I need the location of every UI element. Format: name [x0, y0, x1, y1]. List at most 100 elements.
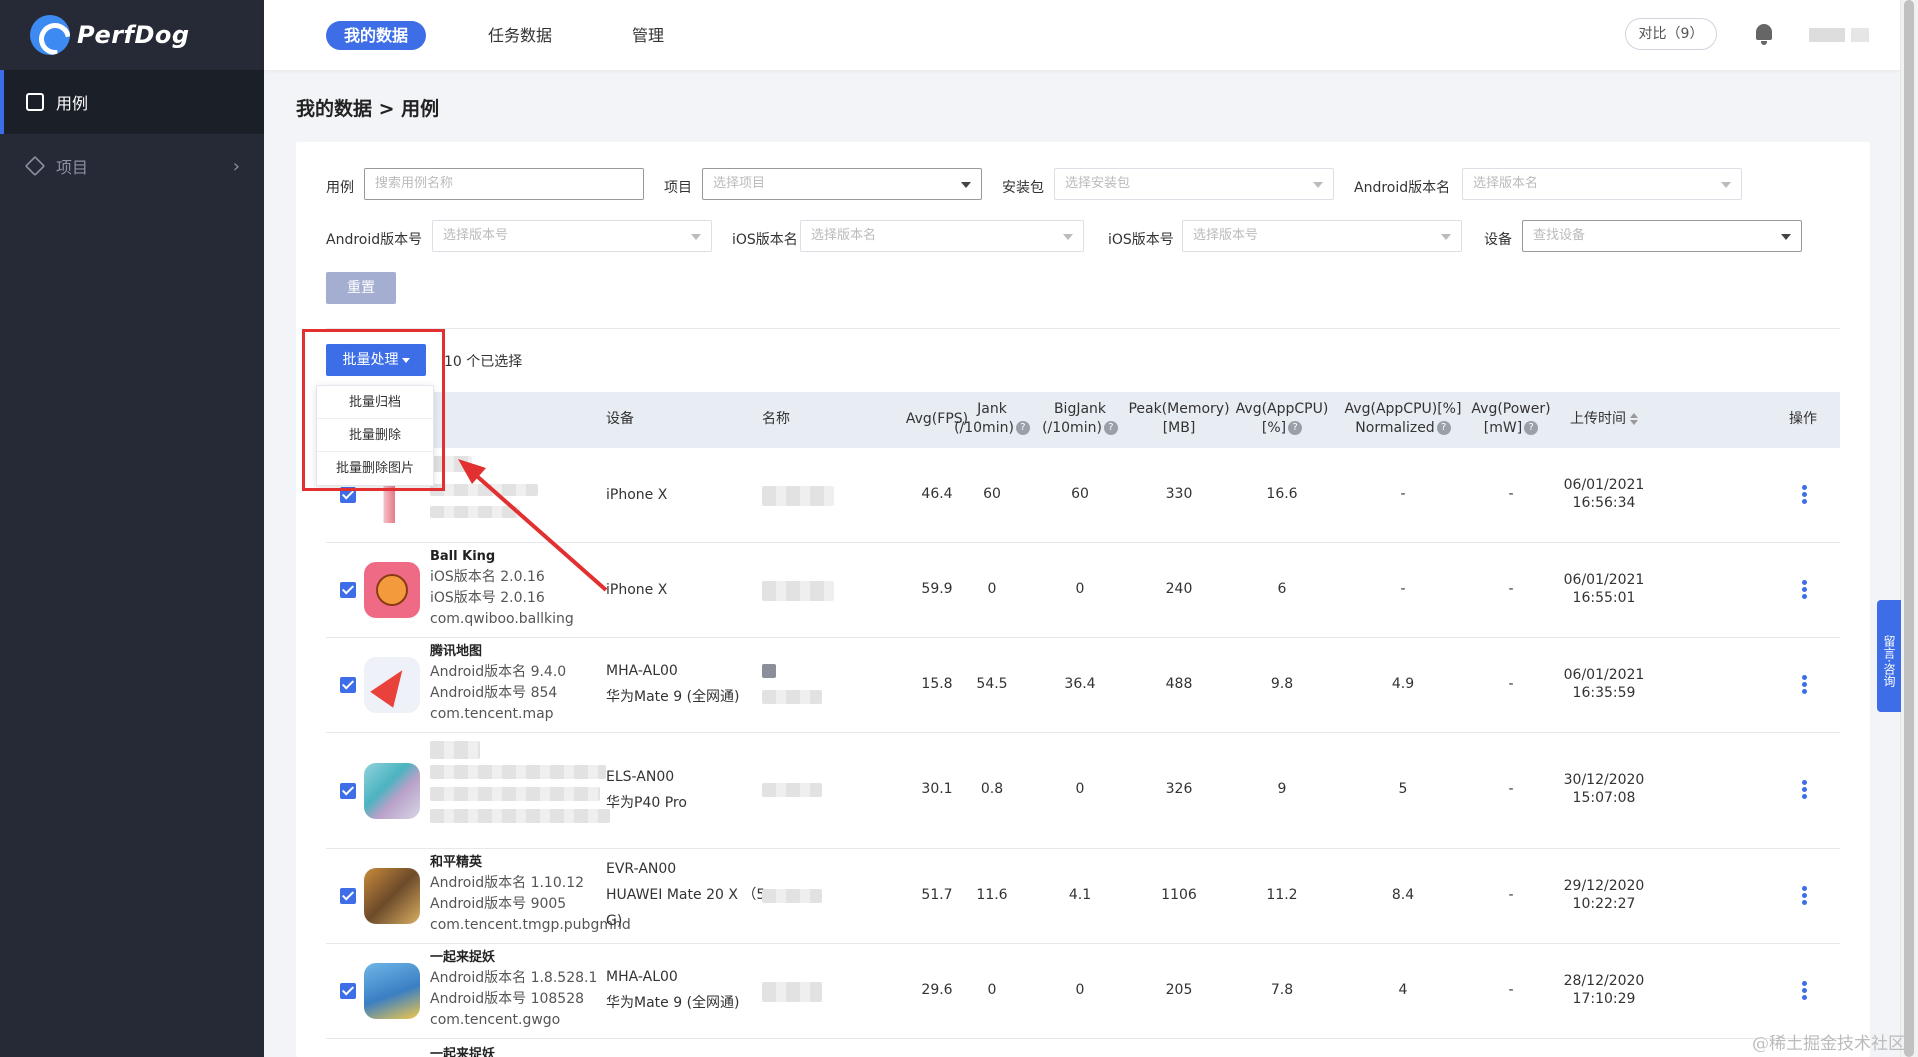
case-title[interactable]: 和平精英 — [430, 852, 631, 873]
ios-name-select[interactable]: 选择版本名 — [800, 220, 1084, 252]
version-name: Android版本名 9.4.0 — [430, 664, 567, 680]
sidebar-item-projects[interactable]: 项目 › — [0, 134, 264, 198]
bell-icon[interactable] — [1754, 22, 1774, 46]
list-icon — [26, 93, 44, 111]
row-checkbox[interactable] — [340, 888, 356, 904]
scrollbar-thumb[interactable] — [1904, 0, 1914, 1057]
jank-value: 60 — [983, 486, 1001, 502]
upload-time: 06/01/2021 16:56:34 — [1544, 476, 1664, 512]
tab-task-data[interactable]: 任务数据 — [488, 21, 552, 50]
col-bigjank-line1: BigJank — [1053, 401, 1107, 417]
ios-code-select-placeholder: 选择版本号 — [1193, 228, 1259, 243]
ios-code-select[interactable]: 选择版本号 — [1182, 220, 1462, 252]
case-title[interactable]: 一起来捉妖 — [430, 1044, 495, 1057]
jank-value: 0.8 — [980, 781, 1004, 797]
blurred-name — [762, 783, 822, 797]
android-code-filter-label: Android版本号 — [326, 232, 423, 248]
layers-icon — [24, 155, 46, 177]
upload-clock: 17:10:29 — [1572, 991, 1636, 1007]
help-icon[interactable]: ? — [1524, 421, 1539, 435]
row-checkbox[interactable] — [340, 983, 356, 999]
col-memory-line1: Peak(Memory) — [1128, 401, 1230, 417]
project-select[interactable]: 选择项目 — [702, 168, 982, 200]
table-row[interactable]: 腾讯地图 Android版本名 9.4.0 Android版本号 854 com… — [326, 638, 1840, 733]
table-row[interactable]: 一起来捉妖 Android版本名 1.8.528.1 Android版本号 10… — [326, 944, 1840, 1039]
more-options-icon[interactable] — [1802, 780, 1808, 801]
table-row[interactable]: iPhone X 46.4 60 60 330 16.6 - - 06/01/2… — [326, 448, 1840, 543]
upload-clock: 15:07:08 — [1572, 790, 1636, 806]
package-select[interactable]: 选择安装包 — [1054, 168, 1334, 200]
device-name: 华为Mate 9 (全网通) — [606, 689, 740, 705]
basketball-icon — [376, 574, 408, 606]
memory-value: 205 — [1165, 982, 1193, 998]
tab-my-data[interactable]: 我的数据 — [326, 21, 427, 50]
feedback-tab[interactable]: 留言·咨询 — [1877, 600, 1901, 712]
more-options-icon[interactable] — [1802, 580, 1808, 601]
compare-button[interactable]: 对比（9） — [1625, 18, 1717, 50]
version-name: iOS版本名 2.0.16 — [430, 569, 545, 585]
table-row[interactable]: Ball King iOS版本名 2.0.16 iOS版本号 2.0.16 co… — [326, 543, 1840, 638]
col-upload-time[interactable]: 上传时间 — [1544, 410, 1664, 429]
device-info: MHA-AL00 华为Mate 9 (全网通) — [606, 964, 740, 1016]
col-jank: Jank (/10min)? — [952, 400, 1032, 438]
cpu-normalized-value: 5 — [1398, 781, 1408, 797]
jank-value: 0 — [987, 982, 997, 998]
col-cpu-normalized: Avg(AppCPU)[%] Normalized? — [1338, 400, 1468, 438]
blurred-text — [430, 741, 480, 759]
memory-value: 330 — [1165, 486, 1193, 502]
upload-clock: 16:56:34 — [1572, 495, 1636, 511]
memory-value: 240 — [1165, 581, 1193, 597]
main-panel: 用例 搜索用例名称 项目 选择项目 安装包 选择安装包 Android版本名 选… — [296, 142, 1870, 1057]
col-device: 设备 — [606, 411, 634, 427]
jank-value: 54.5 — [976, 676, 1008, 692]
package-select-placeholder: 选择安装包 — [1065, 176, 1131, 191]
project-filter-label: 项目 — [664, 180, 692, 196]
col-upload-time-label: 上传时间 — [1570, 411, 1626, 427]
version-code: iOS版本号 2.0.16 — [430, 590, 545, 606]
device-name: 华为P40 Pro — [606, 795, 687, 811]
more-options-icon[interactable] — [1802, 981, 1808, 1002]
logo[interactable]: PerfDog — [0, 0, 264, 70]
android-name-select[interactable]: 选择版本名 — [1462, 168, 1742, 200]
case-title[interactable]: Ball King — [430, 546, 574, 567]
col-cpu: Avg(AppCPU) [%]? — [1230, 400, 1334, 438]
ios-name-filter-label: iOS版本名 — [732, 232, 798, 248]
sort-icon[interactable] — [1630, 413, 1638, 425]
case-search-input[interactable]: 搜索用例名称 — [364, 168, 644, 200]
reset-button[interactable]: 重置 — [326, 272, 396, 304]
device-model: ELS-AN00 — [606, 769, 675, 785]
annotation-highlight-box — [302, 329, 445, 491]
col-memory: Peak(Memory) [MB] — [1124, 400, 1234, 438]
table-row[interactable]: 一起来捉妖 — [326, 1039, 1840, 1057]
more-options-icon[interactable] — [1802, 886, 1808, 907]
pubg-app-icon — [364, 868, 420, 924]
more-options-icon[interactable] — [1802, 485, 1808, 506]
help-icon[interactable]: ? — [1103, 421, 1118, 435]
table-row[interactable]: ELS-AN00 华为P40 Pro 30.1 0.8 0 326 9 5 - … — [326, 733, 1840, 849]
help-icon[interactable]: ? — [1436, 421, 1451, 435]
package-name: com.qwiboo.ballking — [430, 611, 574, 627]
row-checkbox[interactable] — [340, 582, 356, 598]
tab-manage[interactable]: 管理 — [632, 21, 664, 50]
watermark: @稀土掘金技术社区 — [1752, 1034, 1905, 1054]
share-icon[interactable] — [762, 664, 776, 678]
android-code-select[interactable]: 选择版本号 — [432, 220, 712, 252]
table-row[interactable]: 和平精英 Android版本名 1.10.12 Android版本号 9005 … — [326, 849, 1840, 944]
case-title[interactable]: 一起来捉妖 — [430, 947, 597, 968]
upload-clock: 10:22:27 — [1572, 896, 1636, 912]
case-title[interactable]: 腾讯地图 — [430, 641, 566, 662]
row-checkbox[interactable] — [340, 783, 356, 799]
more-options-icon[interactable] — [1802, 675, 1808, 696]
user-menu[interactable] — [1809, 28, 1869, 42]
bigjank-value: 0 — [1075, 982, 1085, 998]
row-checkbox[interactable] — [340, 677, 356, 693]
chevron-down-icon — [1313, 182, 1323, 188]
sidebar-item-cases[interactable]: 用例 — [0, 70, 264, 134]
help-icon[interactable]: ? — [1288, 421, 1303, 435]
help-icon[interactable]: ? — [1015, 421, 1030, 435]
col-name: 名称 — [762, 411, 790, 427]
blurred-name — [762, 982, 822, 1002]
case-info: Ball King iOS版本名 2.0.16 iOS版本号 2.0.16 co… — [430, 546, 574, 630]
col-power-line1: Avg(Power) — [1471, 401, 1551, 417]
device-select[interactable]: 查找设备 — [1522, 220, 1802, 252]
